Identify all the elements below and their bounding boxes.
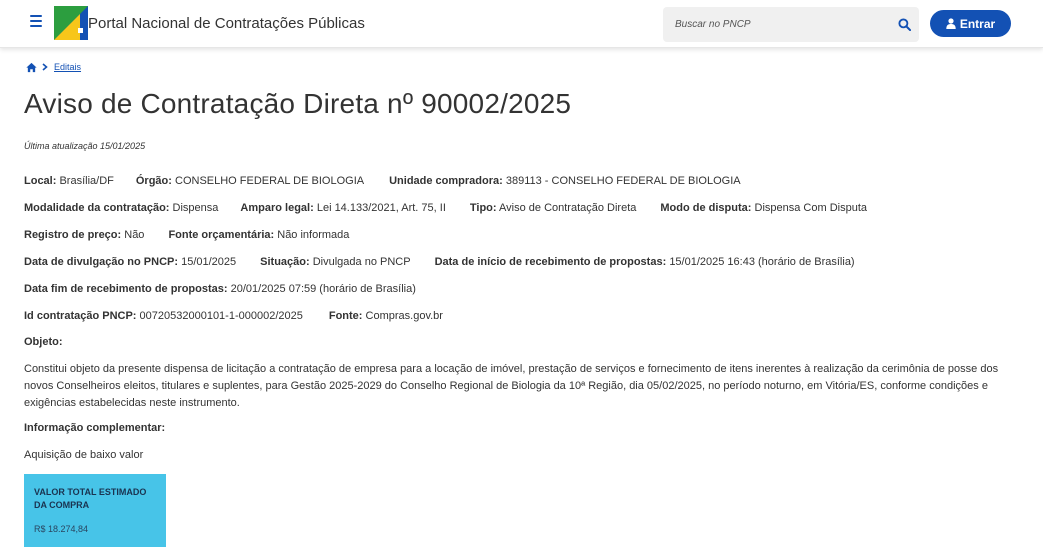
orgao-value: CONSELHO FEDERAL DE BIOLOGIA [175, 175, 365, 187]
info-row-modalidade: Modalidade da contratação: Dispensa Ampar… [24, 202, 889, 214]
tipo-label: Tipo: [469, 202, 497, 214]
chevron-right-icon [42, 63, 48, 71]
amparo-value: Lei 14.133/2021, Art. 75, II [316, 202, 446, 214]
info-row-id: Id contratação PNCP: 00720532000101-1-00… [24, 310, 465, 322]
fonte-label: Fonte: [328, 310, 363, 322]
complementar-text: Aquisição de baixo valor [24, 449, 144, 461]
modo-label: Modo de disputa: [660, 202, 752, 214]
objeto-label: Objeto: [24, 336, 63, 348]
unidade-value: 389113 - CONSELHO FEDERAL DE BIOLOGIA [505, 175, 741, 187]
info-row-fim: Data fim de recebimento de propostas: 20… [24, 283, 438, 295]
info-row-registro: Registro de preço: Não Fonte orçamentária… [24, 229, 371, 241]
fonte-orcamentaria-label: Fonte orçamentária: [168, 229, 275, 241]
divulgacao-value: 15/01/2025 [181, 256, 237, 268]
situacao-label: Situação: [260, 256, 310, 268]
inicio-propostas-value: 15/01/2025 16:43 (horário de Brasília) [669, 256, 855, 268]
inicio-propostas-label: Data de início de recebimento de propost… [434, 256, 667, 268]
valor-total-title: VALOR TOTAL ESTIMADO DA COMPRA [34, 487, 147, 510]
situacao-value: Divulgada no PNCP [312, 256, 411, 268]
local-value: Brasília/DF [59, 175, 114, 187]
tipo-value: Aviso de Contratação Direta [499, 202, 637, 214]
modalidade-label: Modalidade da contratação: [24, 202, 170, 214]
valor-total-card: VALOR TOTAL ESTIMADO DA COMPRA R$ 18.274… [24, 474, 166, 547]
page-title: Aviso de Contratação Direta nº 90002/202… [24, 88, 572, 119]
local-label: Local: [24, 175, 57, 187]
portal-title[interactable]: Portal Nacional de Contratações Públicas [88, 15, 365, 32]
fonte-value: Compras.gov.br [365, 310, 443, 322]
registro-value: Não [124, 229, 145, 241]
objeto-text: Constitui objeto da presente dispensa de… [24, 363, 999, 409]
registro-label: Registro de preço: [24, 229, 122, 241]
modalidade-value: Dispensa [172, 202, 219, 214]
info-row-divulgacao: Data de divulgação no PNCP: 15/01/2025 Si… [24, 256, 877, 268]
orgao-label: Órgão: [135, 175, 172, 187]
id-contratacao-label: Id contratação PNCP: [24, 310, 137, 322]
unidade-label: Unidade compradora: [389, 175, 503, 187]
fonte-orcamentaria-value: Não informada [277, 229, 350, 241]
complementar-label: Informação complementar: [24, 422, 166, 434]
search-input[interactable] [663, 7, 883, 42]
breadcrumb: Editais [26, 60, 81, 74]
pncp-logo[interactable] [54, 6, 88, 40]
search-icon[interactable] [898, 18, 911, 31]
amparo-label: Amparo legal: [240, 202, 314, 214]
info-row-local: Local: Brasília/DF Órgão: CONSELHO FEDERA… [24, 175, 763, 187]
valor-total-value: R$ 18.274,84 [34, 524, 89, 534]
menu-icon[interactable] [30, 15, 42, 29]
login-button[interactable]: Entrar [930, 10, 1011, 37]
fim-propostas-value: 20/01/2025 07:59 (horário de Brasília) [230, 283, 416, 295]
modo-value: Dispensa Com Disputa [754, 202, 868, 214]
divulgacao-label: Data de divulgação no PNCP: [24, 256, 179, 268]
login-label: Entrar [959, 16, 996, 31]
search-box [663, 7, 919, 42]
id-contratacao-value: 00720532000101-1-000002/2025 [139, 310, 303, 322]
top-header: Portal Nacional de Contratações Públicas… [0, 0, 1043, 48]
user-icon [946, 18, 956, 29]
fim-propostas-label: Data fim de recebimento de propostas: [24, 283, 228, 295]
breadcrumb-link-editais[interactable]: Editais [54, 62, 81, 72]
home-icon[interactable] [26, 62, 37, 73]
last-update: Última atualização 15/01/2025 [24, 141, 146, 151]
